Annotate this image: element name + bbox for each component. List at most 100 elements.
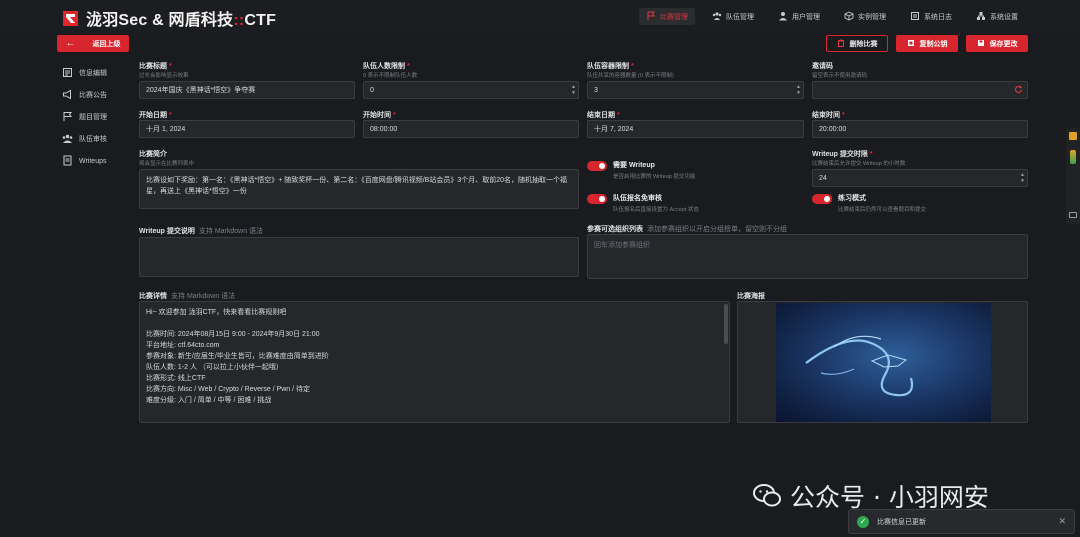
auto-accept-title: 队伍报名免审核 xyxy=(613,195,662,202)
end-time-label: 结束时间 * xyxy=(812,112,845,119)
detail-line xyxy=(146,318,723,329)
practice-mode-title: 练习模式 xyxy=(838,195,866,202)
title-label: 比赛标题 * xyxy=(139,63,172,70)
trash-icon xyxy=(837,39,845,49)
container-limit-label: 队伍容器限制 * xyxy=(587,63,634,70)
writeup-deadline-hint: 比赛结束后允许提交 Writeup 的小时数 xyxy=(812,161,906,167)
back-button[interactable]: ← 返回上级 xyxy=(57,35,129,52)
nav-system-log[interactable]: 系统日志 xyxy=(903,8,959,25)
detail-content: Hi~ 欢迎参加 泷羽CTF，快来看看比赛规则吧 比赛时间: 2024年08月15… xyxy=(146,307,723,406)
toast-message: 比赛信息已更新 xyxy=(877,518,926,526)
stepper-icon[interactable]: ▲ ▼ xyxy=(571,84,576,96)
detail-scrollbar[interactable] xyxy=(724,304,728,344)
refresh-icon[interactable] xyxy=(1014,85,1023,96)
stepper-icon[interactable]: ▲ ▼ xyxy=(1020,172,1025,184)
battery-icon xyxy=(1070,150,1076,164)
org-list-label: 参赛可选组织列表 添加参赛组织以开启分组榜单，留空则不分组 xyxy=(587,226,787,233)
sidebar-item-challenges[interactable]: 题目管理 xyxy=(62,106,132,128)
nav-instance-manage[interactable]: 实例管理 xyxy=(837,8,893,25)
sidebar-item-info-edit[interactable]: 信息编辑 xyxy=(62,62,132,84)
summary-label: 比赛简介 xyxy=(139,151,167,158)
writeup-deadline-label: Writeup 提交时限 * xyxy=(812,151,873,158)
settings-icon xyxy=(976,11,986,23)
sidebar-item-announcements[interactable]: 比赛公告 xyxy=(62,84,132,106)
detail-line: 平台地址: ctf.64cto.com xyxy=(146,342,220,349)
team-limit-label: 队伍人数限制 * xyxy=(363,63,410,70)
sidebar-item-team-review[interactable]: 队伍审核 xyxy=(62,128,132,150)
close-icon[interactable]: ✕ xyxy=(1058,516,1066,527)
start-date-input[interactable]: 十月 1, 2024 xyxy=(139,120,355,138)
success-toast: ✓ 比赛信息已更新 ✕ xyxy=(848,509,1075,534)
detail-line: 比赛时间: 2024年08月15日 9:00 - 2024年9月30日 21:0… xyxy=(146,331,320,338)
announce-icon xyxy=(62,89,73,102)
summary-hint: 将会显示在比赛列表中 xyxy=(139,161,195,167)
top-bar: 泷羽Sec & 网盾科技::CTF 比赛管理 队伍管理 用户管理 实例管理 系统… xyxy=(0,0,1080,33)
auto-accept-toggle-row: 队伍报名免审核队伍报名后直接设置为 Accept 状态 xyxy=(587,193,699,213)
flag-icon xyxy=(646,11,656,23)
shield-icon[interactable] xyxy=(1069,132,1077,140)
sidebar-item-writeups[interactable]: Writeups xyxy=(62,150,132,172)
detail-label: 比赛详情 支持 Markdown 语法 xyxy=(139,293,236,300)
save-icon xyxy=(977,39,985,49)
log-icon xyxy=(910,11,920,23)
right-floating-toolbar xyxy=(1066,128,1080,224)
start-time-input[interactable]: 08:00:00 xyxy=(363,120,579,138)
writeup-note-label: Writeup 提交说明 支持 Markdown 语法 xyxy=(139,228,264,235)
end-time-input[interactable]: 20:00:00 xyxy=(812,120,1028,138)
writeup-note-textarea[interactable] xyxy=(139,237,579,277)
container-limit-hint: 队伍共享的容器数量 (0 表示不限制) xyxy=(587,73,674,79)
cube-icon xyxy=(844,10,854,23)
invite-code-hint: 留空表示不使用邀请码 xyxy=(812,73,868,79)
camera-icon[interactable] xyxy=(1069,212,1077,218)
org-list-input[interactable]: 回车添加参赛组织 xyxy=(587,234,1028,279)
need-writeup-toggle[interactable] xyxy=(587,161,607,171)
detail-line: 参赛对象: 新生/应届生/毕业生皆可，比赛难度由简单到进阶 xyxy=(146,353,329,360)
brand-title: 泷羽Sec & 网盾科技::CTF xyxy=(86,12,277,29)
title-input[interactable]: 2024年国庆《黑神话*悟空》争夺赛 xyxy=(139,81,355,99)
game-sidebar: 信息编辑 比赛公告 题目管理 队伍审核 Writeups xyxy=(62,62,132,172)
practice-mode-toggle[interactable] xyxy=(812,194,832,204)
flag-icon xyxy=(62,111,73,124)
auto-accept-toggle[interactable] xyxy=(587,194,607,204)
writeup-icon xyxy=(62,155,73,168)
start-time-label: 开始时间 * xyxy=(363,112,396,119)
need-writeup-toggle-row: 需要 Writeup 是否启用比赛的 Writeup 提交功能 xyxy=(587,160,695,180)
brand-logo[interactable]: 泷羽Sec & 网盾科技::CTF xyxy=(61,6,276,30)
writeup-deadline-input[interactable]: 24 ▲ ▼ xyxy=(812,169,1028,187)
end-date-input[interactable]: 十月 7, 2024 xyxy=(587,120,804,138)
logo-mark-icon xyxy=(61,9,80,28)
detail-textarea[interactable]: Hi~ 欢迎参加 泷羽CTF，快来看看比赛规则吧 比赛时间: 2024年08月15… xyxy=(139,301,730,423)
copy-public-key-button[interactable]: 复制公钥 xyxy=(896,35,958,52)
nav-user-manage[interactable]: 用户管理 xyxy=(771,8,827,25)
invite-code-label: 邀请码 xyxy=(812,63,833,70)
poster-image xyxy=(776,303,991,422)
team-limit-input[interactable]: 0 ▲ ▼ xyxy=(363,81,579,99)
team-limit-hint: 0 表示不限制队伍人数 xyxy=(363,73,418,79)
practice-mode-toggle-row: 练习模式 比赛结束后仍然可以查看题目和提交 xyxy=(812,193,926,213)
team-icon xyxy=(62,133,73,146)
auto-accept-desc: 队伍报名后直接设置为 Accept 状态 xyxy=(613,207,699,213)
nav-system-settings[interactable]: 系统设置 xyxy=(969,8,1025,25)
invite-code-input[interactable] xyxy=(812,81,1028,99)
stepper-icon[interactable]: ▲ ▼ xyxy=(796,84,801,96)
need-writeup-title: 需要 Writeup xyxy=(613,162,655,169)
delete-game-button[interactable]: 删除比赛 xyxy=(826,35,888,52)
container-limit-input[interactable]: 3 ▲ ▼ xyxy=(587,81,804,99)
nav-team-manage[interactable]: 队伍管理 xyxy=(705,8,761,25)
detail-line: 难度分级: 入门 / 简单 / 中等 / 困难 / 挑战 xyxy=(146,397,272,404)
nav-game-manage[interactable]: 比赛管理 xyxy=(639,8,695,25)
key-icon xyxy=(907,39,915,49)
main-nav: 比赛管理 队伍管理 用户管理 实例管理 系统日志 系统设置 xyxy=(639,8,1025,25)
summary-textarea[interactable]: 比赛设如下奖励：第一名：《黑神话*悟空》+ 随致奖杯一份、第二名：《百度网盘/腾… xyxy=(139,169,579,209)
need-writeup-desc: 是否启用比赛的 Writeup 提交功能 xyxy=(613,174,696,180)
user-icon xyxy=(778,11,788,23)
poster-upload-box[interactable] xyxy=(737,301,1028,423)
poster-label: 比赛海报 xyxy=(737,293,765,300)
save-changes-button[interactable]: 保存更改 xyxy=(966,35,1028,52)
start-date-label: 开始日期 * xyxy=(139,112,172,119)
check-icon: ✓ xyxy=(857,515,869,528)
end-date-label: 结束日期 * xyxy=(587,112,620,119)
wechat-icon xyxy=(752,483,782,509)
edit-icon xyxy=(62,67,73,80)
detail-line: 比赛方向: Misc / Web / Crypto / Reverse / Pw… xyxy=(146,386,311,393)
